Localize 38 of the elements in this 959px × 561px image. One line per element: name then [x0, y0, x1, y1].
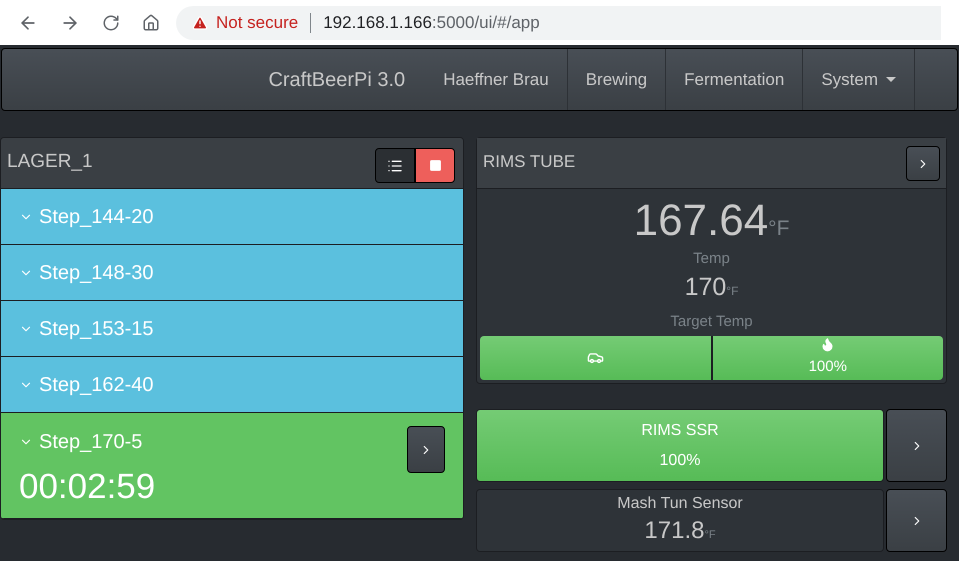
list-icon	[387, 158, 403, 174]
step-row[interactable]: Step_170-5 00:02:59	[1, 413, 463, 519]
step-name: Step_144-20	[19, 202, 154, 232]
nav-link[interactable]: Brewing	[566, 49, 666, 110]
panel-title: LAGER_1	[7, 150, 93, 174]
stop-button[interactable]	[415, 148, 455, 183]
home-icon[interactable]	[142, 14, 160, 32]
actor-button[interactable]: RIMS SSR 100%	[476, 409, 884, 482]
warning-icon	[192, 14, 208, 30]
target-value: 170°F	[684, 273, 738, 303]
nav-link[interactable]: System	[802, 49, 915, 110]
brand-title[interactable]: CraftBeerPi 3.0	[268, 64, 406, 94]
address-bar[interactable]: Not secure 192.168.1.166:5000/ui/#/app	[176, 6, 941, 40]
stop-icon	[428, 159, 442, 172]
step-name: Step_162-40	[19, 370, 154, 400]
temperature-label: Temp	[693, 251, 730, 267]
step-name: Step_153-15	[19, 314, 154, 344]
flame-icon	[820, 337, 836, 352]
sensor-value: 171.8°F	[644, 516, 716, 546]
temperature-value: 167.64°F	[634, 199, 790, 247]
step-timer: 00:02:59	[19, 466, 156, 508]
step-row[interactable]: Step_162-40	[1, 357, 463, 413]
reload-icon[interactable]	[102, 14, 120, 32]
heater-button[interactable]: 100%	[710, 336, 943, 380]
step-name: Step_148-30	[19, 258, 154, 288]
nav-link[interactable]: Fermentation	[665, 49, 802, 110]
security-label: Not secure	[216, 12, 298, 34]
nav-link[interactable]: Haeffner Brau	[425, 49, 567, 110]
target-label: Target Temp	[670, 312, 753, 332]
list-button[interactable]	[375, 148, 415, 183]
sensor-name: Mash Tun Sensor	[617, 494, 743, 514]
caret-icon	[886, 77, 896, 82]
step-name: Step_170-5	[19, 427, 156, 457]
step-row[interactable]: Step_148-30	[1, 245, 463, 301]
url-text: 192.168.1.166:5000/ui/#/app	[323, 12, 540, 34]
step-row[interactable]: Step_153-15	[1, 301, 463, 357]
panel-title: RIMS TUBE	[483, 151, 576, 173]
step-row[interactable]: Step_144-20	[1, 189, 463, 245]
